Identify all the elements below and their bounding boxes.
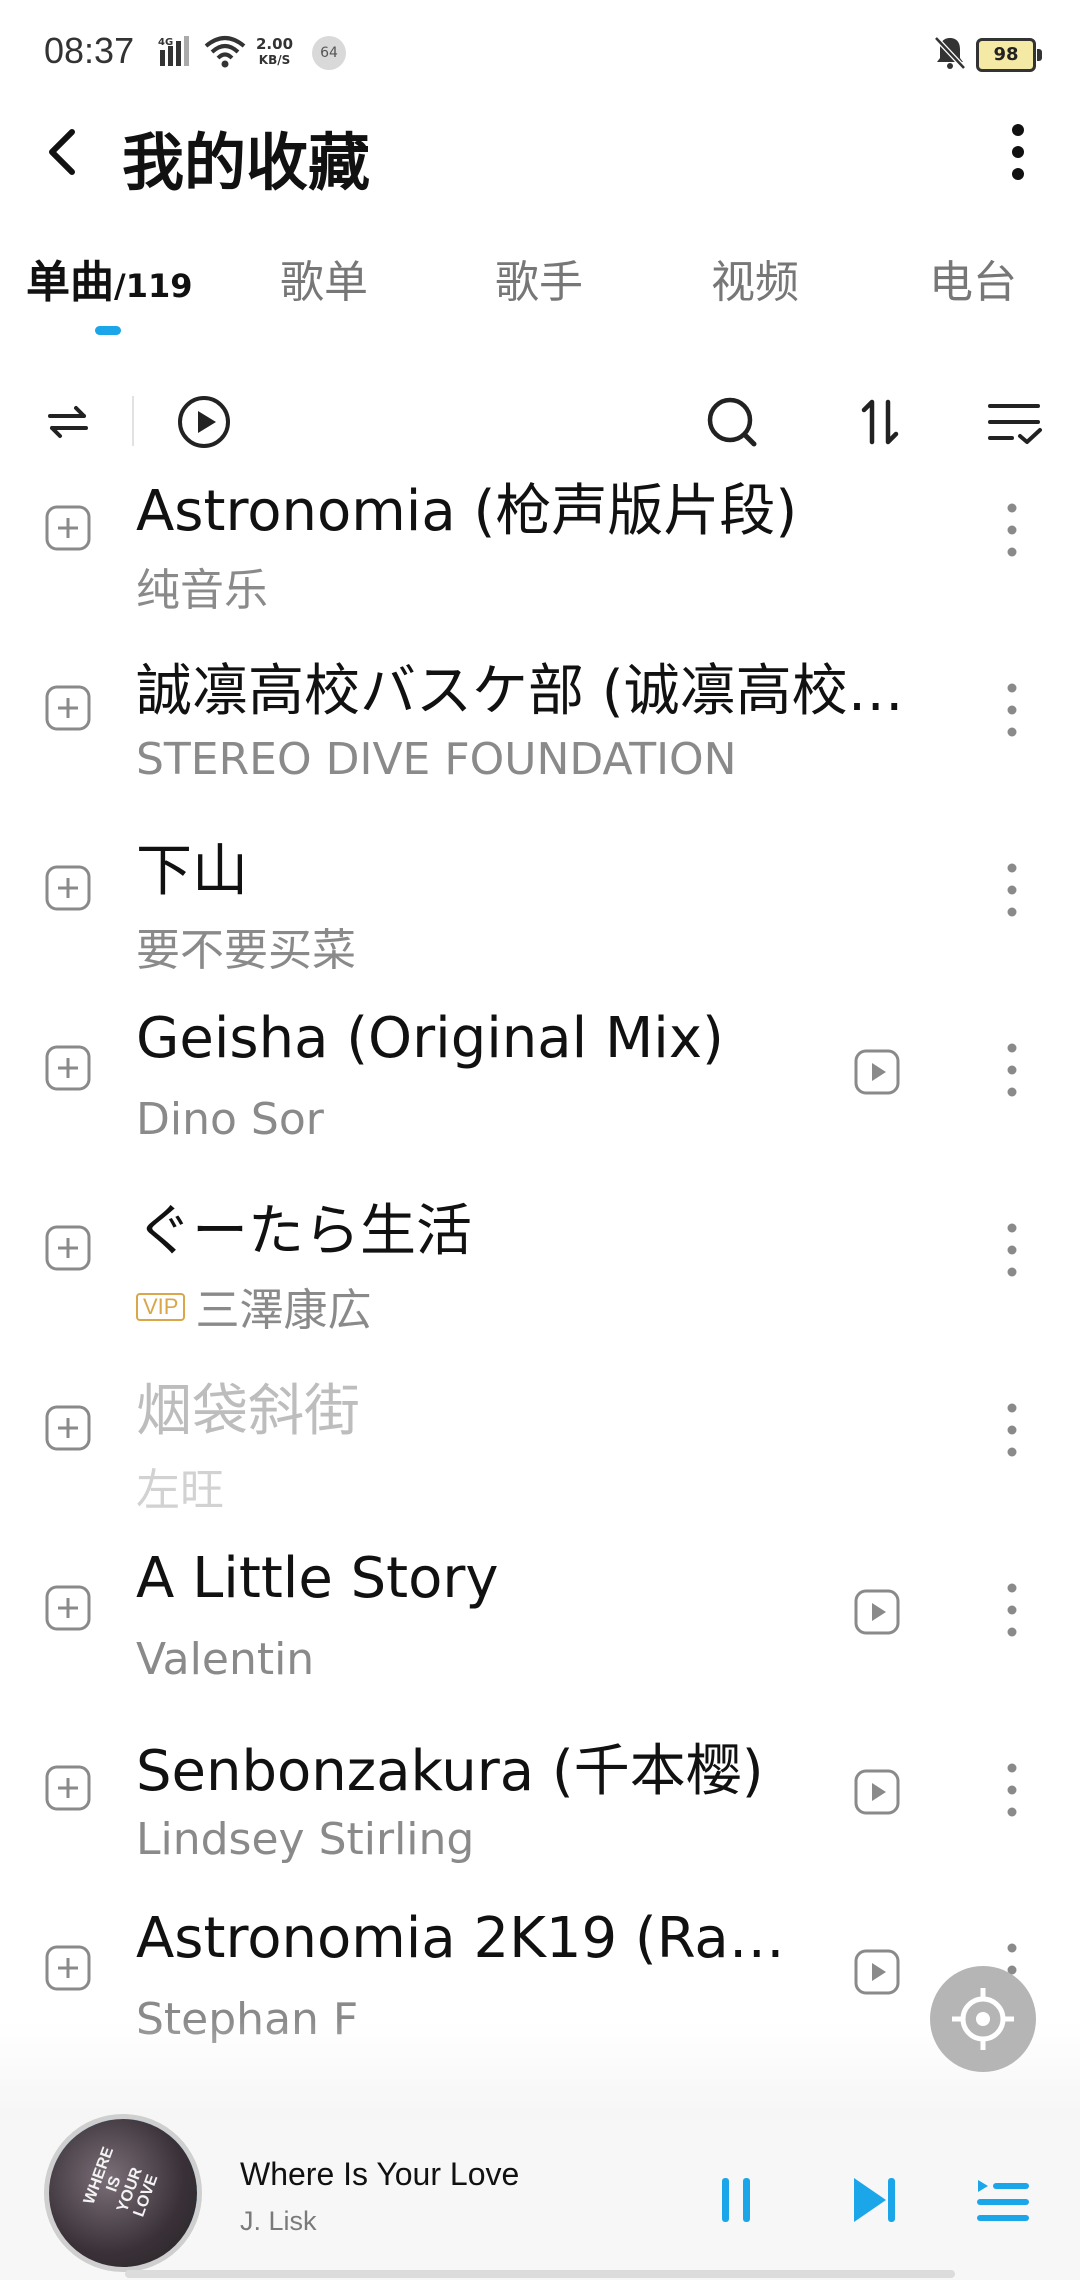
song-title: 誠凛高校バスケ部 (诚凛高校篮球部) xyxy=(136,659,936,724)
song-title: Astronomia 2K19 (Radio Edit) xyxy=(136,1906,806,1971)
song-artist-line: Lindsey Stirling xyxy=(136,1814,474,1865)
batch-select-icon[interactable] xyxy=(982,390,1046,454)
page-title: 我的收藏 xyxy=(122,126,371,199)
song-artist-line: 左旺 xyxy=(136,1454,224,1518)
song-more-icon[interactable] xyxy=(1000,858,1024,922)
song-list: Astronomia (枪声版片段) 纯音乐誠凛高校バスケ部 (诚凛高校篮球部) S… xyxy=(0,470,1080,2080)
song-artist: 三澤康広 xyxy=(195,1285,372,1336)
music-video-icon[interactable] xyxy=(853,1948,901,1996)
speed-unit: KB/S xyxy=(258,53,291,67)
tab-playlists[interactable]: 歌单 xyxy=(280,246,368,310)
add-to-playlist-icon[interactable] xyxy=(44,1404,92,1452)
speed-value: 2.00 xyxy=(256,35,294,53)
add-to-playlist-icon[interactable] xyxy=(44,504,92,552)
add-to-playlist-icon[interactable] xyxy=(44,1764,92,1812)
category-tabs: 单曲/119 歌单 歌手 视频 电台 xyxy=(0,240,1080,340)
list-toolbar xyxy=(0,378,1080,464)
playback-progress-ring xyxy=(49,2119,197,2267)
tab-artists[interactable]: 歌手 xyxy=(495,246,583,310)
wifi-icon xyxy=(204,36,246,68)
music-video-icon[interactable] xyxy=(853,1768,901,1816)
song-artist-line: 要不要买菜 xyxy=(136,914,356,978)
next-track-icon[interactable] xyxy=(846,2172,906,2228)
song-artist-line: Dino Sor xyxy=(136,1094,324,1145)
song-artist-line: 纯音乐 xyxy=(136,554,268,618)
app-header: 我的收藏 xyxy=(0,110,1080,250)
song-artist: Lindsey Stirling xyxy=(136,1814,475,1865)
song-artist: Valentin xyxy=(136,1634,315,1685)
notification-badge: 64 xyxy=(312,36,346,70)
song-artist: 左旺 xyxy=(136,1465,224,1516)
song-title: Astronomia (枪声版片段) xyxy=(136,479,798,544)
add-to-playlist-icon[interactable] xyxy=(44,1944,92,1992)
now-playing-artist: J. Lisk xyxy=(240,2206,317,2236)
playlist-queue-icon[interactable] xyxy=(972,2172,1032,2228)
vip-badge: VIP xyxy=(136,1293,186,1321)
toolbar-divider xyxy=(132,396,134,446)
song-title: 下山 xyxy=(136,839,248,904)
mute-bell-icon xyxy=(934,36,966,70)
search-icon[interactable] xyxy=(700,390,764,454)
music-video-icon[interactable] xyxy=(853,1588,901,1636)
locate-current-song-button[interactable] xyxy=(930,1966,1036,2072)
song-more-icon[interactable] xyxy=(1000,1398,1024,1462)
tab-songs-label: 单曲 xyxy=(26,257,114,308)
tab-songs-count: /119 xyxy=(114,267,193,305)
song-row[interactable]: 烟袋斜街 左旺 xyxy=(0,1340,1080,1520)
song-title: Geisha (Original Mix) xyxy=(136,1006,724,1071)
song-row[interactable]: ぐーたら生活 VIP 三澤康広 xyxy=(0,1160,1080,1340)
song-row[interactable]: Senbonzakura (千本樱) Lindsey Stirling xyxy=(0,1700,1080,1880)
song-artist: 要不要买菜 xyxy=(136,925,356,976)
add-to-playlist-icon[interactable] xyxy=(44,864,92,912)
song-title: 烟袋斜街 xyxy=(136,1379,360,1444)
song-artist: STEREO DIVE FOUNDATION xyxy=(136,734,737,785)
song-row[interactable]: 誠凛高校バスケ部 (诚凛高校篮球部) STEREO DIVE FOUNDATION xyxy=(0,620,1080,800)
cellular-signal-icon: 4G xyxy=(158,36,189,66)
mini-player[interactable]: WHERE IS YOUR LOVE Where Is Your Love J.… xyxy=(0,2114,1080,2280)
song-artist: 纯音乐 xyxy=(136,565,268,616)
now-playing-title: Where Is Your Love xyxy=(240,2156,520,2192)
tab-videos[interactable]: 视频 xyxy=(711,246,799,310)
song-list-items: Astronomia (枪声版片段) 纯音乐誠凛高校バスケ部 (诚凛高校篮球部) S… xyxy=(0,470,1080,2080)
album-cover[interactable]: WHERE IS YOUR LOVE xyxy=(44,2114,202,2272)
tab-radio[interactable]: 电台 xyxy=(929,246,1017,310)
play-all-icon[interactable] xyxy=(172,390,236,454)
locate-target-icon xyxy=(952,1988,1014,2050)
sort-icon[interactable] xyxy=(848,390,912,454)
back-arrow-icon[interactable] xyxy=(36,110,116,190)
status-bar: 08:37 4G 2.00 KB/S 64 98 xyxy=(0,0,1080,110)
song-title: A Little Story xyxy=(136,1546,499,1611)
song-row[interactable]: Geisha (Original Mix) Dino Sor xyxy=(0,980,1080,1160)
pause-icon[interactable] xyxy=(706,2172,766,2228)
song-row[interactable]: 下山 要不要买菜 xyxy=(0,800,1080,980)
add-to-playlist-icon[interactable] xyxy=(44,1044,92,1092)
song-row[interactable]: Astronomia (枪声版片段) 纯音乐 xyxy=(0,470,1080,620)
music-video-icon[interactable] xyxy=(853,1048,901,1096)
song-artist-line: VIP 三澤康広 xyxy=(136,1274,371,1338)
song-more-icon[interactable] xyxy=(1000,1218,1024,1282)
add-to-playlist-icon[interactable] xyxy=(44,684,92,732)
tab-songs[interactable]: 单曲/119 xyxy=(26,246,192,310)
add-to-playlist-icon[interactable] xyxy=(44,1584,92,1632)
song-artist-line: STEREO DIVE FOUNDATION xyxy=(136,734,737,785)
more-options-icon[interactable] xyxy=(996,116,1040,186)
battery-indicator: 98 xyxy=(976,38,1042,72)
add-to-playlist-icon[interactable] xyxy=(44,1224,92,1272)
shuffle-icon[interactable] xyxy=(36,390,100,454)
song-row[interactable]: A Little Story Valentin xyxy=(0,1520,1080,1700)
song-more-icon[interactable] xyxy=(1000,498,1024,562)
song-more-icon[interactable] xyxy=(1000,1038,1024,1102)
song-more-icon[interactable] xyxy=(1000,678,1024,742)
home-indicator xyxy=(125,2270,955,2278)
song-artist: Dino Sor xyxy=(136,1094,324,1145)
song-more-icon[interactable] xyxy=(1000,1578,1024,1642)
song-title: ぐーたら生活 xyxy=(136,1199,472,1264)
song-title: Senbonzakura (千本樱) xyxy=(136,1739,764,1804)
song-artist-line: Valentin xyxy=(136,1634,314,1685)
status-time: 08:37 xyxy=(44,30,135,71)
active-tab-indicator xyxy=(95,326,121,335)
song-more-icon[interactable] xyxy=(1000,1758,1024,1822)
network-speed: 2.00 KB/S xyxy=(256,36,293,68)
list-fade-overlay xyxy=(0,2020,1080,2120)
